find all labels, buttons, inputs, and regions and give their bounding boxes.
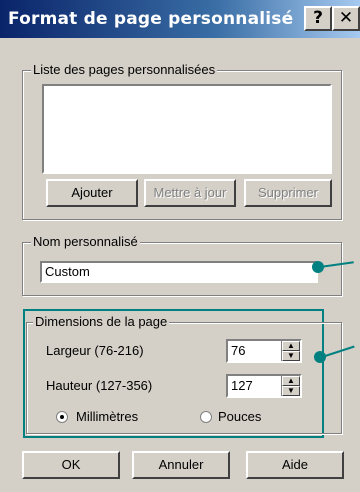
callout-dot-name [312, 261, 324, 273]
width-spinner[interactable]: ▲ ▼ [281, 341, 300, 361]
cancel-button[interactable]: Annuler [132, 451, 230, 479]
close-button[interactable]: ✕ [332, 6, 360, 31]
update-button[interactable]: Mettre à jour [144, 179, 236, 207]
width-value: 76 [231, 343, 246, 358]
dialog-window: Format de page personnalisé ? ✕ Liste de… [0, 0, 360, 492]
inches-label: Pouces [218, 409, 262, 424]
window-title: Format de page personnalisé [8, 9, 294, 29]
height-spinner[interactable]: ▲ ▼ [281, 376, 300, 396]
width-down-arrow-icon[interactable]: ▼ [282, 351, 300, 361]
inches-radio[interactable] [200, 411, 212, 423]
width-label: Largeur (76-216) [46, 343, 144, 358]
dimensions-label: Dimensions de la page [33, 314, 170, 329]
height-down-arrow-icon[interactable]: ▼ [282, 386, 300, 396]
custom-name-input[interactable]: Custom [40, 261, 318, 283]
title-bar[interactable]: Format de page personnalisé ? ✕ [0, 0, 360, 38]
custom-name-label: Nom personnalisé [31, 234, 140, 249]
add-button[interactable]: Ajouter [46, 179, 138, 207]
width-up-arrow-icon[interactable]: ▲ [282, 341, 300, 351]
millimeters-label: Millimètres [76, 409, 139, 424]
callout-dot-dimensions [314, 351, 326, 363]
ok-button[interactable]: OK [22, 451, 120, 479]
help-footer-button[interactable]: Aide [246, 451, 344, 479]
height-label: Hauteur (127-356) [46, 378, 153, 393]
custom-pages-list[interactable] [42, 84, 332, 174]
custom-pages-label: Liste des pages personnalisées [31, 62, 218, 77]
millimeters-radio[interactable] [56, 411, 68, 423]
height-up-arrow-icon[interactable]: ▲ [282, 376, 300, 386]
delete-button[interactable]: Supprimer [244, 179, 332, 207]
help-button[interactable]: ? [304, 6, 332, 31]
height-value: 127 [231, 378, 253, 393]
